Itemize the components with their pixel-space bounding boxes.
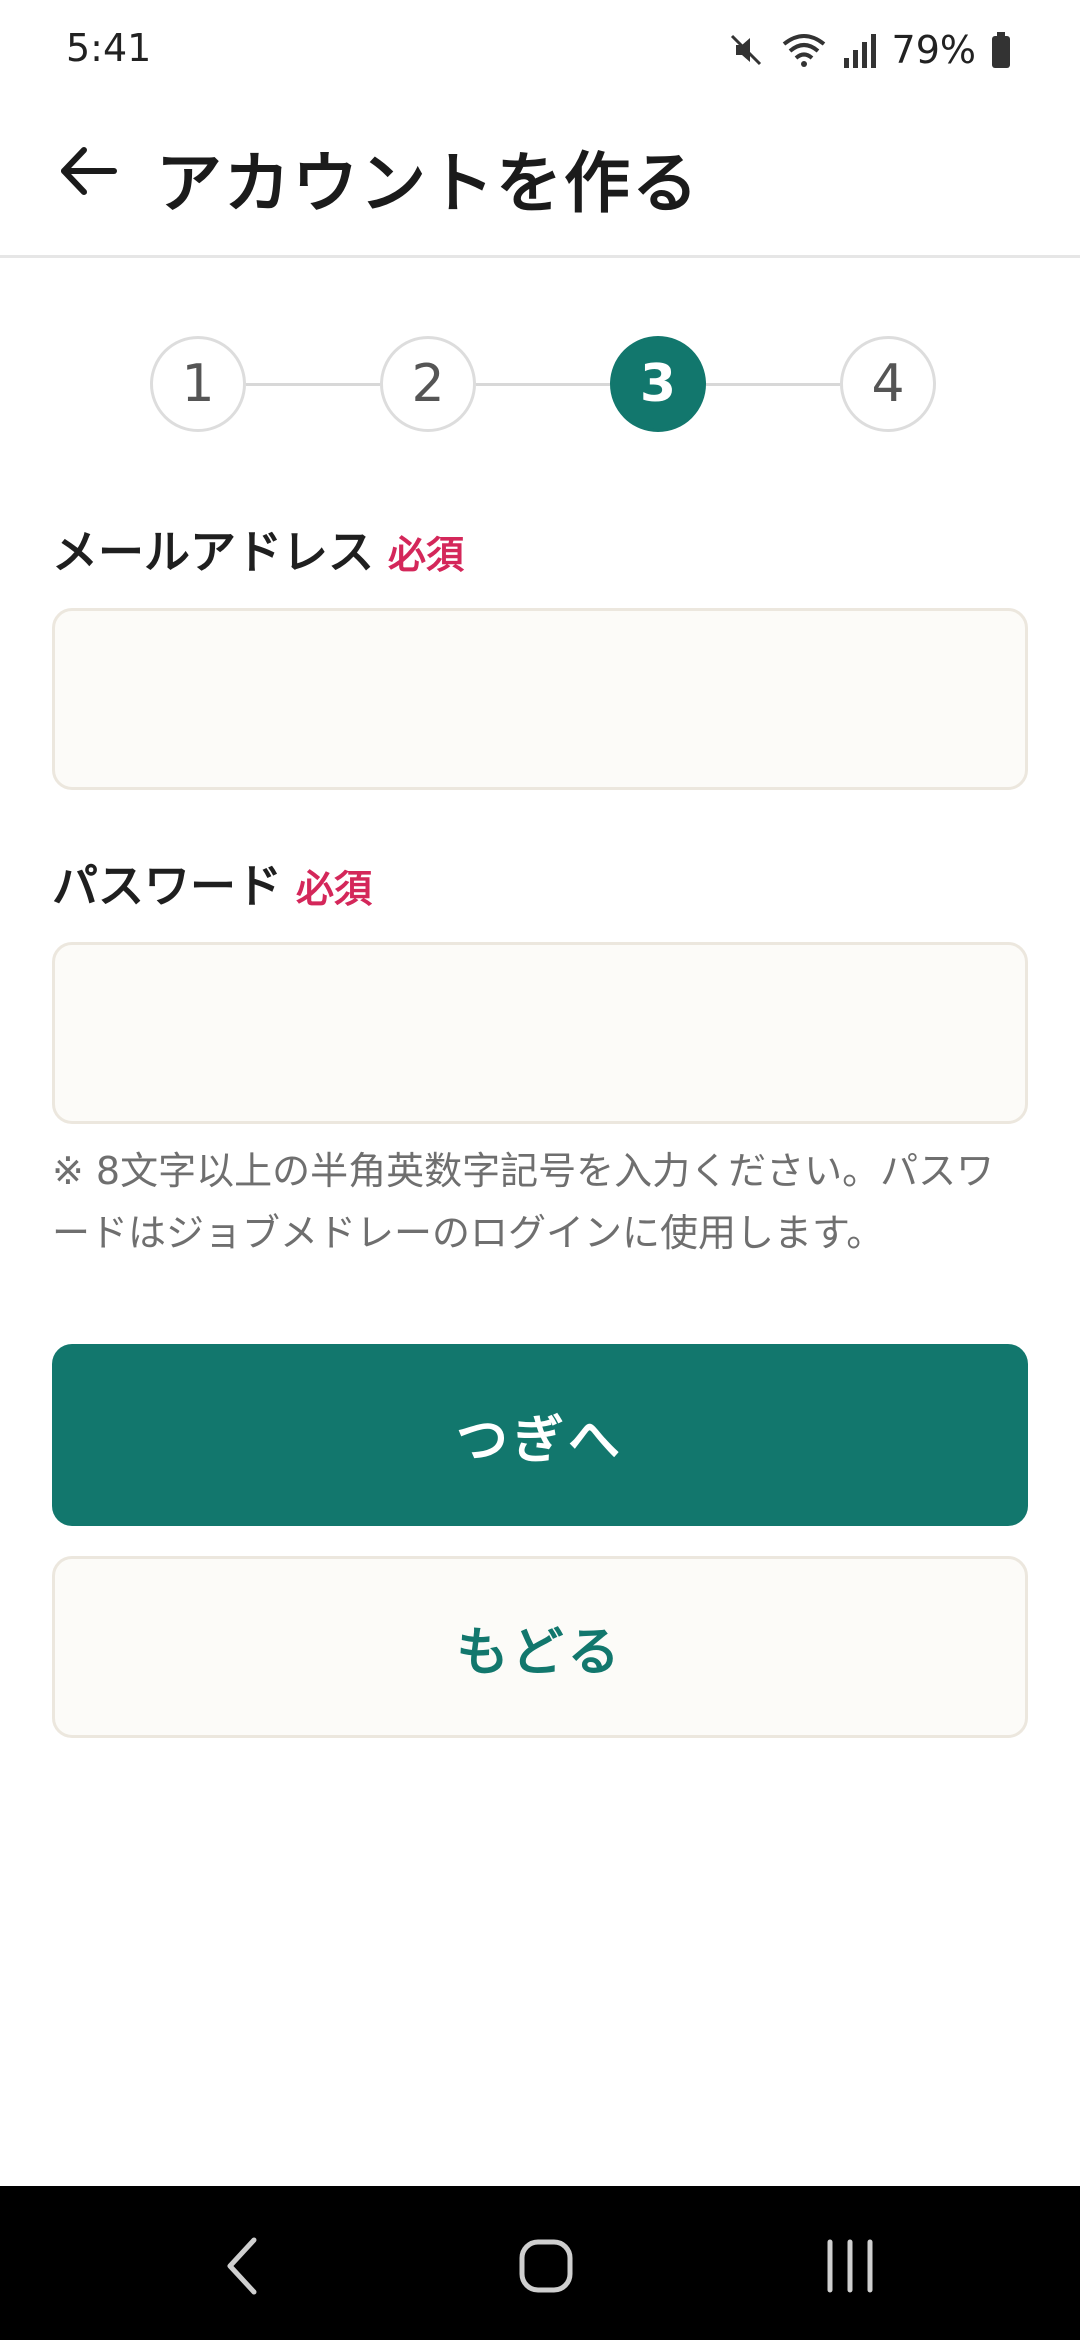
password-label: パスワード 必須 [52, 850, 372, 916]
wifi-icon [780, 30, 828, 70]
back-arrow-icon[interactable] [54, 136, 124, 206]
email-required-badge: 必須 [388, 533, 465, 577]
app-header: アカウントを作る [0, 100, 1080, 258]
step-connector [706, 383, 840, 386]
password-hint: ※ 8文字以上の半角英数字記号を入力ください。パスワードはジョブメドレーのログイ… [52, 1149, 995, 1255]
status-icons: 79% [726, 24, 1012, 76]
nav-recents-icon[interactable] [810, 2226, 890, 2306]
next-button[interactable]: つぎへ [52, 1344, 1028, 1526]
email-input[interactable] [52, 608, 1028, 790]
nav-home-icon[interactable] [506, 2226, 586, 2306]
signal-icon [842, 30, 878, 70]
system-nav-bar [0, 2186, 1080, 2340]
nav-back-icon[interactable] [206, 2226, 286, 2306]
step-3-active: 3 [610, 336, 706, 432]
email-label-text: メールアドレス [52, 525, 374, 579]
step-4: 4 [840, 336, 936, 432]
next-button-label: つぎへ [455, 1410, 624, 1471]
battery-percent: 79% [891, 28, 976, 72]
battery-icon [990, 30, 1012, 70]
stepper: 1 2 3 4 [150, 336, 936, 432]
mute-icon [726, 30, 766, 70]
step-1: 1 [150, 336, 246, 432]
password-required-badge: 必須 [296, 867, 373, 911]
password-label-text: パスワード [52, 859, 282, 913]
page-title: アカウントを作る [156, 145, 700, 222]
email-label: メールアドレス 必須 [52, 516, 464, 582]
back-button[interactable]: もどる [52, 1556, 1028, 1738]
step-2: 2 [380, 336, 476, 432]
status-time: 5:41 [66, 26, 152, 70]
status-bar: 5:41 79% [0, 0, 1080, 100]
screen: 5:41 79% アカウントを作る 1 2 3 4 メールアドレス 必須 パスワ… [0, 0, 1080, 2340]
back-button-label: もどる [456, 1622, 624, 1683]
step-connector [476, 383, 610, 386]
step-connector [246, 383, 380, 386]
password-input[interactable] [52, 942, 1028, 1124]
